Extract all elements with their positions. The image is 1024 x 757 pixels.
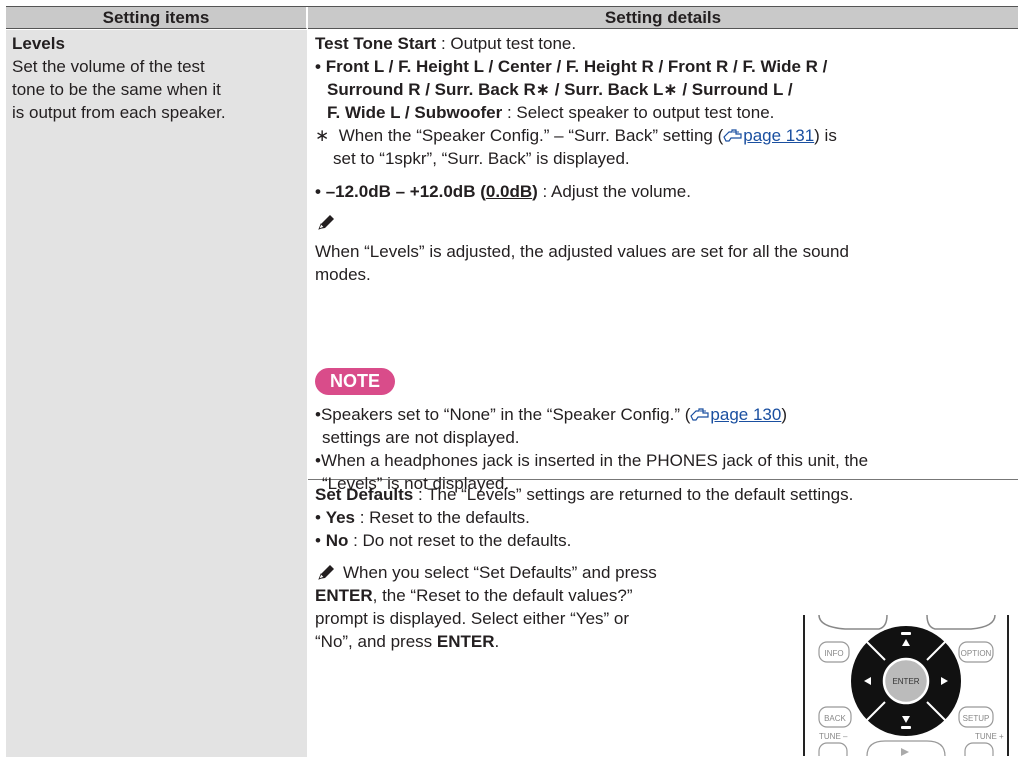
note-item-2-line-1: •When a headphones jack is inserted in t…: [315, 451, 869, 470]
set-defaults-text: : The “Levels” settings are returned to …: [413, 485, 854, 504]
page-131-link[interactable]: page 131: [743, 126, 814, 145]
defaults-tip-line-2: ENTER, the “Reset to the default values?…: [315, 585, 633, 607]
note-text: When a headphones jack is inserted in th…: [320, 451, 869, 470]
speaker-list-text: Surround R / Surr. Back R∗ / Surr. Back …: [327, 80, 793, 99]
note-text: ): [781, 405, 787, 424]
defaults-tip-line-3: prompt is displayed. Select either “Yes”…: [315, 609, 630, 628]
speaker-list-text: Front L / F. Height L / Center / F. Heig…: [325, 57, 828, 76]
defaults-tip-text: “No”, and press: [315, 632, 437, 651]
levels-title: Levels: [12, 34, 65, 53]
tune-plus-label: TUNE +: [975, 732, 1004, 741]
levels-description: Set the volume of the test tone to be th…: [12, 55, 301, 124]
range-desc: : Adjust the volume.: [537, 182, 691, 201]
enter-key-label: ENTER: [436, 632, 495, 651]
defaults-tip-line-1: When you select “Set Defaults” and press: [343, 563, 657, 582]
no-option-line: • No : Do not reset to the defaults.: [315, 531, 572, 550]
header-setting-items: Setting items: [6, 7, 307, 29]
speaker-list-line-2: Surround R / Surr. Back R∗ / Surr. Back …: [327, 79, 793, 101]
no-text: : Do not reset to the defaults.: [348, 531, 572, 550]
speaker-list-line-3: F. Wide L / Subwoofer : Select speaker t…: [327, 102, 774, 124]
setup-button-label: SETUP: [963, 714, 990, 723]
header-setting-details: Setting details: [308, 7, 1018, 29]
tune-minus-label: TUNE –: [819, 732, 848, 741]
levels-desc-line: is output from each speaker.: [12, 103, 226, 122]
yes-option-line: • Yes : Reset to the defaults.: [315, 508, 530, 527]
yes-label: Yes: [325, 508, 355, 527]
levels-desc-line: Set the volume of the test: [12, 57, 205, 76]
pencil-icon: [315, 213, 337, 233]
defaults-tip-text: , the “Reset to the default values?”: [372, 586, 633, 605]
range-line: • –12.0dB – +12.0dB (0.0dB) : Adjust the…: [315, 182, 691, 201]
page-reference-icon: [723, 127, 743, 142]
speaker-list-text: F. Wide L / Subwoofer: [327, 103, 503, 122]
remote-control-graphic: INFO OPTION ENTER BACK SETUP TUNE – TUNE…: [818, 615, 1004, 756]
speaker-list-desc: : Select speaker to output test tone.: [502, 103, 775, 122]
back-button-label: BACK: [824, 714, 846, 723]
test-tone-line: Test Tone Start : Output test tone.: [315, 33, 576, 55]
note-item-1-line-1: •Speakers set to “None” in the “Speaker …: [315, 405, 787, 424]
defaults-tip-text: .: [494, 632, 500, 651]
no-label: No: [325, 531, 349, 550]
range-default: 0.0dB: [485, 182, 533, 201]
footnote-mark: ∗: [315, 126, 330, 145]
set-defaults-line: Set Defaults : The “Levels” settings are…: [315, 484, 853, 506]
note-badge: NOTE: [315, 368, 395, 395]
footnote-text: When the “Speaker Config.” – “Surr. Back…: [338, 126, 724, 145]
enter-key-label: ENTER: [315, 586, 373, 605]
footnote-text: ) is: [814, 126, 837, 145]
tip-line-2: modes.: [315, 265, 371, 284]
test-tone-text: : Output test tone.: [436, 34, 577, 53]
levels-desc-line: tone to be the same when it: [12, 80, 221, 99]
option-button-label: OPTION: [961, 649, 992, 658]
yes-text: : Reset to the defaults.: [355, 508, 530, 527]
page-130-link[interactable]: page 130: [710, 405, 781, 424]
info-button-label: INFO: [824, 649, 843, 658]
pencil-icon: [318, 565, 334, 580]
remote-control-illustration: INFO OPTION ENTER BACK SETUP TUNE – TUNE…: [803, 615, 1009, 756]
footnote-line-2: set to “1spkr”, “Surr. Back” is displaye…: [333, 149, 630, 168]
speaker-list-line-1: • Front L / F. Height L / Center / F. He…: [315, 57, 828, 76]
levels-item-cell: Levels Set the volume of the test tone t…: [6, 30, 307, 757]
footnote-line-1: ∗ When the “Speaker Config.” – “Surr. Ba…: [315, 125, 837, 147]
range-text: –12.0dB – +12.0dB (: [325, 182, 486, 201]
enter-button-label: ENTER: [892, 677, 919, 686]
note-item-1-line-2: settings are not displayed.: [322, 428, 520, 447]
defaults-tip-line-4: “No”, and press ENTER.: [315, 631, 499, 653]
page-reference-icon: [690, 406, 710, 421]
set-defaults-label: Set Defaults: [315, 485, 414, 504]
test-tone-section: Test Tone Start : Output test tone. • Fr…: [308, 30, 1018, 493]
note-text: Speakers set to “None” in the “Speaker C…: [320, 405, 691, 424]
test-tone-label: Test Tone Start: [315, 34, 437, 53]
tip-line-1: When “Levels” is adjusted, the adjusted …: [315, 242, 849, 261]
